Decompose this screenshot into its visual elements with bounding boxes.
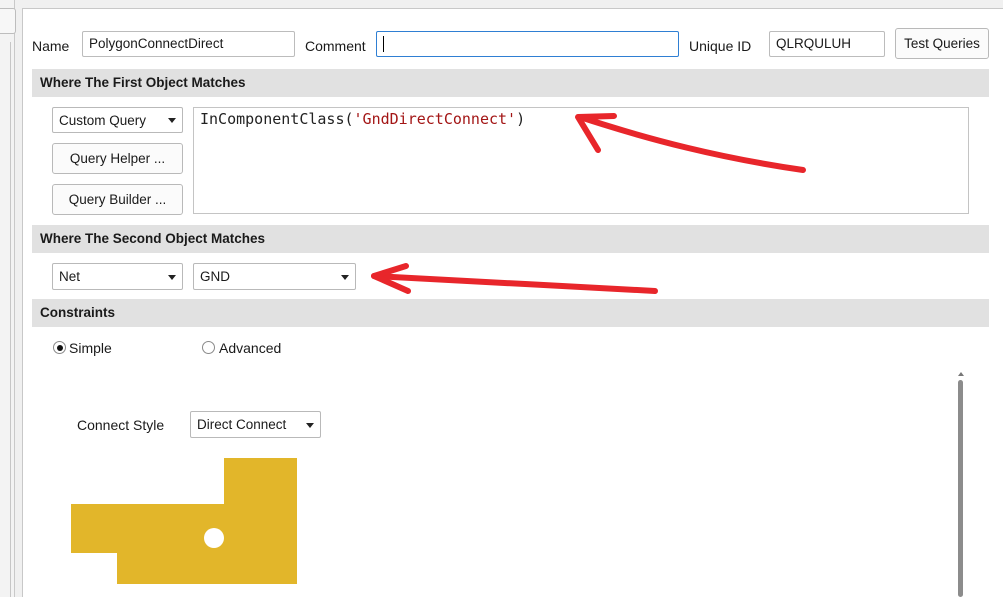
first-object-section-header: Where The First Object Matches — [32, 69, 989, 97]
unique-id-label: Unique ID — [689, 38, 752, 54]
net-select[interactable]: GND — [193, 263, 356, 290]
pad-hole — [204, 528, 224, 548]
first-object-type-select[interactable]: Custom Query — [52, 107, 183, 133]
simple-radio[interactable] — [53, 341, 66, 354]
query-editor[interactable]: InComponentClass('GndDirectConnect') — [193, 107, 969, 214]
vertical-scrollbar[interactable] — [956, 370, 966, 597]
second-object-section-header: Where The Second Object Matches — [32, 225, 989, 253]
left-panel-edge — [0, 0, 16, 597]
scroll-up-icon[interactable] — [958, 372, 964, 376]
constraints-section-header: Constraints — [32, 299, 989, 327]
query-string-literal: 'GndDirectConnect' — [353, 110, 517, 128]
polygon-shape — [71, 458, 297, 584]
connect-style-select[interactable]: Direct Connect — [190, 411, 321, 438]
connect-style-label: Connect Style — [77, 417, 165, 433]
text-cursor — [383, 36, 384, 52]
net-select-value: GND — [200, 269, 230, 284]
advanced-radio-label[interactable]: Advanced — [219, 340, 281, 356]
left-panel-tab[interactable] — [0, 8, 16, 34]
scrollbar-thumb[interactable] — [958, 380, 963, 597]
left-panel-border — [0, 42, 11, 597]
name-input[interactable]: PolygonConnectDirect — [82, 31, 295, 57]
first-object-type-value: Custom Query — [59, 112, 147, 128]
query-builder-button[interactable]: Query Builder ... — [52, 184, 183, 215]
comment-label: Comment — [305, 38, 366, 54]
second-object-type-select[interactable]: Net — [52, 263, 183, 290]
test-queries-button[interactable]: Test Queries — [895, 28, 989, 59]
direct-connect-preview — [71, 458, 297, 584]
connect-style-value: Direct Connect — [197, 417, 287, 432]
query-helper-button[interactable]: Query Helper ... — [52, 143, 183, 174]
query-close-paren: ) — [516, 110, 526, 128]
name-label: Name — [32, 38, 70, 54]
chevron-down-icon — [168, 274, 176, 280]
unique-id-input[interactable]: QLRQULUH — [769, 31, 885, 57]
chevron-down-icon — [341, 274, 349, 280]
chevron-down-icon — [168, 118, 176, 123]
second-object-type-value: Net — [59, 269, 81, 284]
comment-input[interactable] — [376, 31, 679, 57]
query-function: InComponentClass( — [200, 110, 354, 128]
simple-radio-label[interactable]: Simple — [69, 340, 112, 356]
chevron-down-icon — [306, 422, 314, 428]
advanced-radio[interactable] — [202, 341, 215, 354]
